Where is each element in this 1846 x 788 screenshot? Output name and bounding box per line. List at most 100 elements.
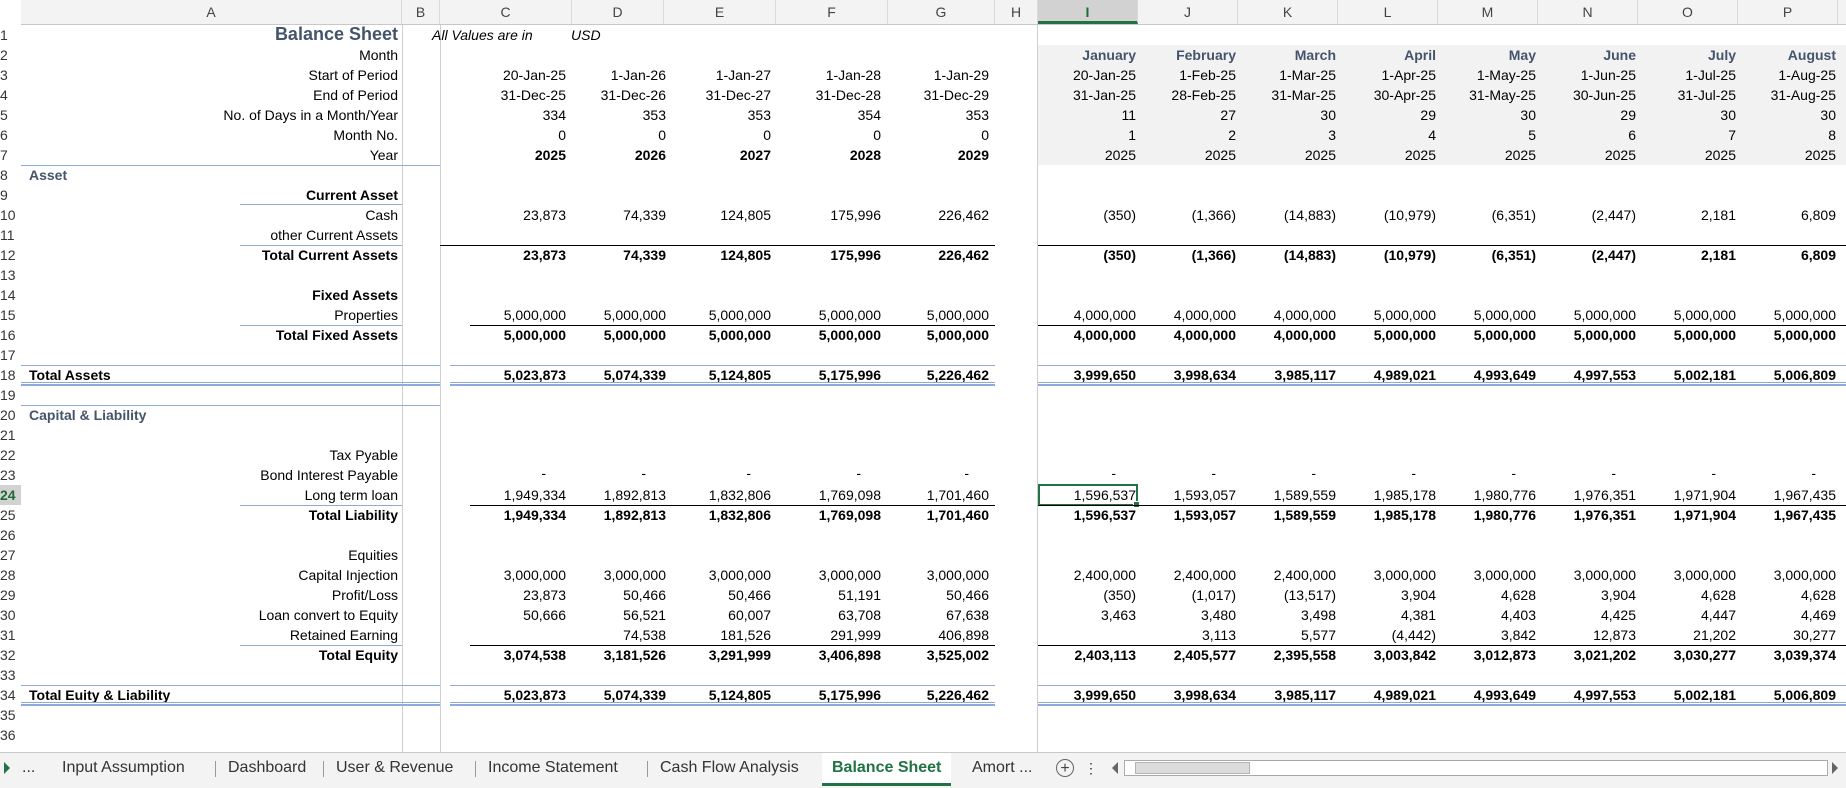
annual-value-cell[interactable]: 5,000,000 xyxy=(456,325,566,345)
monthly-value-cell[interactable]: 1,985,178 xyxy=(1340,505,1436,525)
annual-value-cell[interactable]: - xyxy=(821,463,861,483)
row-header-9[interactable]: 9 xyxy=(0,185,21,205)
monthly-value-cell[interactable]: (350) xyxy=(1040,205,1136,225)
monthly-value-cell[interactable]: 5,000,000 xyxy=(1740,305,1836,325)
monthly-header-cell[interactable]: 1-May-25 xyxy=(1440,65,1536,85)
annual-value-cell[interactable]: 3,000,000 xyxy=(556,565,666,585)
row-label[interactable]: Cash xyxy=(21,205,398,225)
row-label[interactable]: Properties xyxy=(21,305,398,325)
monthly-value-cell[interactable]: 5,000,000 xyxy=(1540,305,1636,325)
monthly-value-cell[interactable]: (6,351) xyxy=(1440,245,1536,265)
monthly-header-cell[interactable]: June xyxy=(1540,45,1636,65)
monthly-header-cell[interactable]: 2025 xyxy=(1240,145,1336,165)
add-sheet-button[interactable]: + xyxy=(1056,759,1074,777)
monthly-header-cell[interactable]: 2025 xyxy=(1140,145,1236,165)
monthly-header-cell[interactable]: 3 xyxy=(1240,125,1336,145)
row-header-18[interactable]: 18 xyxy=(0,365,21,385)
row-label[interactable]: Retained Earning xyxy=(21,625,398,645)
row-header-24[interactable]: 24 xyxy=(0,485,21,505)
annual-header-cell[interactable]: 2028 xyxy=(771,145,881,165)
annual-value-cell[interactable]: 5,000,000 xyxy=(879,325,989,345)
annual-value-cell[interactable]: 23,873 xyxy=(456,585,566,605)
monthly-value-cell[interactable]: 3,000,000 xyxy=(1440,565,1536,585)
column-header-bar[interactable]: ABCDEFGHIJKLMNOP xyxy=(21,0,1846,25)
monthly-value-cell[interactable]: 4,000,000 xyxy=(1140,305,1236,325)
monthly-value-cell[interactable]: 5,000,000 xyxy=(1440,325,1536,345)
column-header-o[interactable]: O xyxy=(1638,0,1738,24)
monthly-value-cell[interactable]: 30,277 xyxy=(1740,625,1836,645)
row-header-7[interactable]: 7 xyxy=(0,145,21,165)
annual-header-cell[interactable]: 2027 xyxy=(661,145,771,165)
annual-header-cell[interactable]: 0 xyxy=(879,125,989,145)
column-header-b[interactable]: B xyxy=(402,0,440,24)
column-header-k[interactable]: K xyxy=(1238,0,1338,24)
annual-value-cell[interactable]: 1,701,460 xyxy=(879,485,989,505)
column-header-p[interactable]: P xyxy=(1738,0,1838,24)
monthly-value-cell[interactable]: 4,469 xyxy=(1740,605,1836,625)
monthly-value-cell[interactable]: (2,447) xyxy=(1540,205,1636,225)
monthly-value-cell[interactable]: 5,000,000 xyxy=(1540,325,1636,345)
monthly-header-cell[interactable]: 31-May-25 xyxy=(1440,85,1536,105)
row-header-23[interactable]: 23 xyxy=(0,465,21,485)
annual-header-cell[interactable]: 31-Dec-26 xyxy=(556,85,666,105)
sheet-tab-dashboard[interactable]: Dashboard xyxy=(218,753,316,783)
monthly-value-cell[interactable]: (4,442) xyxy=(1340,625,1436,645)
monthly-value-cell[interactable]: 3,003,842 xyxy=(1340,645,1436,665)
row-header-21[interactable]: 21 xyxy=(0,425,21,445)
monthly-value-cell[interactable]: (14,883) xyxy=(1240,245,1336,265)
monthly-header-cell[interactable]: March xyxy=(1240,45,1336,65)
monthly-value-cell[interactable]: 3,463 xyxy=(1040,605,1136,625)
annual-header-cell[interactable]: 20-Jan-25 xyxy=(456,65,566,85)
annual-header-cell[interactable]: 0 xyxy=(771,125,881,145)
monthly-value-cell[interactable]: 1,596,537 xyxy=(1040,505,1136,525)
monthly-value-cell[interactable]: 2,400,000 xyxy=(1240,565,1336,585)
monthly-value-cell[interactable]: 3,498 xyxy=(1240,605,1336,625)
monthly-value-cell[interactable]: 4,628 xyxy=(1740,585,1836,605)
monthly-value-cell[interactable]: 2,405,577 xyxy=(1140,645,1236,665)
monthly-value-cell[interactable]: 1,589,559 xyxy=(1240,505,1336,525)
monthly-header-cell[interactable]: January xyxy=(1040,45,1136,65)
monthly-header-cell[interactable]: 1-Aug-25 xyxy=(1740,65,1836,85)
annual-header-cell[interactable] xyxy=(771,45,881,65)
annual-header-cell[interactable]: 31-Dec-28 xyxy=(771,85,881,105)
annual-value-cell[interactable]: 50,466 xyxy=(879,585,989,605)
annual-value-cell[interactable]: 1,892,813 xyxy=(556,505,666,525)
annual-value-cell[interactable]: 3,406,898 xyxy=(771,645,881,665)
monthly-header-cell[interactable]: 2025 xyxy=(1640,145,1736,165)
monthly-header-cell[interactable]: February xyxy=(1140,45,1236,65)
scroll-right-icon[interactable] xyxy=(1832,762,1838,774)
monthly-value-cell[interactable]: 1,985,178 xyxy=(1340,485,1436,505)
annual-value-cell[interactable]: 1,892,813 xyxy=(556,485,666,505)
annual-header-cell[interactable] xyxy=(456,45,566,65)
monthly-value-cell[interactable]: 1,967,435 xyxy=(1740,485,1836,505)
monthly-value-cell[interactable]: 4,628 xyxy=(1440,585,1536,605)
monthly-value-cell[interactable]: 3,039,374 xyxy=(1740,645,1836,665)
monthly-value-cell[interactable]: 5,000,000 xyxy=(1640,305,1736,325)
annual-value-cell[interactable]: 74,339 xyxy=(556,205,666,225)
monthly-header-cell[interactable]: 2025 xyxy=(1440,145,1536,165)
monthly-value-cell[interactable]: 3,000,000 xyxy=(1740,565,1836,585)
annual-value-cell[interactable]: 1,832,806 xyxy=(661,505,771,525)
annual-value-cell[interactable]: 5,000,000 xyxy=(771,325,881,345)
monthly-value-cell[interactable]: 4,447 xyxy=(1640,605,1736,625)
monthly-value-cell[interactable]: 3,021,202 xyxy=(1540,645,1636,665)
annual-value-cell[interactable]: 74,538 xyxy=(556,625,666,645)
monthly-value-cell[interactable]: 1,593,057 xyxy=(1140,505,1236,525)
row-header-32[interactable]: 32 xyxy=(0,645,21,665)
monthly-header-cell[interactable]: 6 xyxy=(1540,125,1636,145)
monthly-value-cell[interactable]: 3,000,000 xyxy=(1540,565,1636,585)
column-header-a[interactable]: A xyxy=(21,0,402,24)
row-header-30[interactable]: 30 xyxy=(0,605,21,625)
column-header-g[interactable]: G xyxy=(888,0,995,24)
annual-value-cell[interactable]: 3,074,538 xyxy=(456,645,566,665)
horizontal-scrollbar[interactable] xyxy=(1124,760,1828,776)
row-label[interactable]: Total Equity xyxy=(21,645,398,665)
scroll-tabs-left-icon[interactable] xyxy=(4,762,10,774)
monthly-header-cell[interactable]: 2025 xyxy=(1540,145,1636,165)
monthly-value-cell[interactable] xyxy=(1040,625,1136,645)
monthly-header-cell[interactable]: 20-Jan-25 xyxy=(1040,65,1136,85)
column-header-h[interactable]: H xyxy=(995,0,1038,24)
monthly-value-cell[interactable]: - xyxy=(1176,463,1216,483)
annual-value-cell[interactable]: 1,949,334 xyxy=(456,485,566,505)
annual-value-cell[interactable]: 5,000,000 xyxy=(661,305,771,325)
